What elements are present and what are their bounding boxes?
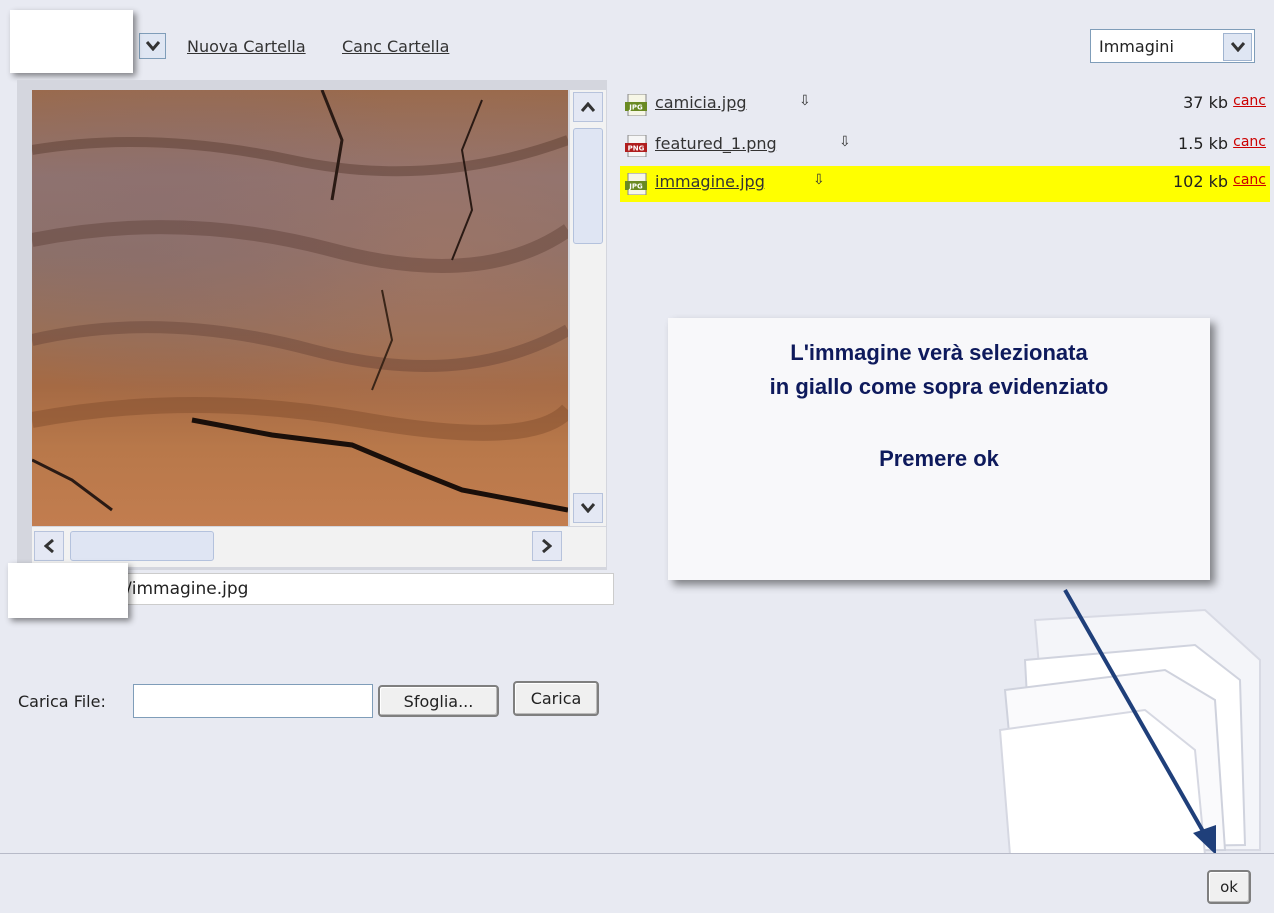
upload-file-input[interactable] bbox=[133, 684, 373, 718]
file-size: 37 kb bbox=[1183, 93, 1228, 112]
callout-line-2: in giallo come sopra evidenziato bbox=[769, 374, 1109, 399]
file-type-select[interactable]: Immagini bbox=[1090, 29, 1255, 63]
png-file-icon: PNG bbox=[625, 134, 647, 158]
vertical-scrollbar[interactable] bbox=[570, 90, 606, 526]
pointer-arrow-icon bbox=[1063, 589, 1216, 855]
browse-button[interactable]: Sfoglia... bbox=[378, 685, 499, 717]
file-type-value: Immagini bbox=[1099, 37, 1174, 56]
delete-file-link[interactable]: canc bbox=[1233, 93, 1266, 109]
file-name-link[interactable]: camicia.jpg bbox=[655, 93, 747, 112]
scroll-thumb[interactable] bbox=[70, 531, 214, 561]
file-row[interactable]: JPG camicia.jpg ⇩ 37 kb canc bbox=[620, 87, 1270, 123]
delete-file-link[interactable]: canc bbox=[1233, 134, 1266, 150]
scroll-up-button[interactable] bbox=[573, 92, 603, 122]
file-name-link[interactable]: featured_1.png bbox=[655, 134, 777, 153]
jpg-file-icon: JPG bbox=[625, 172, 647, 196]
file-size: 1.5 kb bbox=[1178, 134, 1228, 153]
callout-line-1: L'immagine verà selezionata bbox=[790, 340, 1088, 365]
scroll-down-button[interactable] bbox=[573, 493, 603, 523]
chevron-down-icon bbox=[581, 503, 595, 513]
file-row[interactable]: PNG featured_1.png ⇩ 1.5 kb canc bbox=[620, 128, 1270, 164]
scroll-right-button[interactable] bbox=[532, 531, 562, 561]
svg-text:PNG: PNG bbox=[628, 145, 645, 153]
upload-button[interactable]: Carica bbox=[513, 681, 599, 716]
file-size: 102 kb bbox=[1172, 172, 1228, 191]
chevron-down-icon bbox=[145, 41, 160, 51]
callout-line-3: Premere ok bbox=[879, 446, 999, 471]
scroll-thumb[interactable] bbox=[573, 128, 603, 244]
delete-file-link[interactable]: canc bbox=[1233, 172, 1266, 188]
upload-label: Carica File: bbox=[18, 692, 106, 711]
chevron-left-icon bbox=[44, 539, 54, 553]
ok-button[interactable]: ok bbox=[1207, 870, 1251, 904]
download-arrow-icon[interactable]: ⇩ bbox=[813, 172, 825, 188]
download-arrow-icon[interactable]: ⇩ bbox=[799, 93, 811, 109]
file-name-link[interactable]: immagine.jpg bbox=[655, 172, 765, 191]
new-folder-link[interactable]: Nuova Cartella bbox=[187, 37, 306, 56]
chevron-right-icon bbox=[542, 539, 552, 553]
instruction-callout: L'immagine verà selezionata in giallo co… bbox=[668, 318, 1210, 580]
preview-image bbox=[32, 90, 568, 526]
jpg-file-icon: JPG bbox=[625, 93, 647, 117]
svg-text:JPG: JPG bbox=[628, 183, 643, 191]
delete-folder-link[interactable]: Canc Cartella bbox=[342, 37, 449, 56]
redaction-patch bbox=[10, 10, 133, 73]
svg-text:JPG: JPG bbox=[628, 104, 643, 112]
file-path-value: /immagine.jpg bbox=[126, 579, 249, 599]
redaction-patch bbox=[8, 563, 128, 618]
file-row[interactable]: JPG immagine.jpg ⇩ 102 kb canc bbox=[620, 166, 1270, 202]
scroll-left-button[interactable] bbox=[34, 531, 64, 561]
folder-dropdown-button[interactable] bbox=[139, 33, 166, 59]
horizontal-scrollbar[interactable] bbox=[32, 527, 568, 567]
chevron-down-icon[interactable] bbox=[1223, 33, 1252, 61]
download-arrow-icon[interactable]: ⇩ bbox=[839, 134, 851, 150]
chevron-up-icon bbox=[581, 102, 595, 112]
scroll-corner bbox=[568, 527, 606, 567]
footer-bar bbox=[0, 853, 1274, 913]
